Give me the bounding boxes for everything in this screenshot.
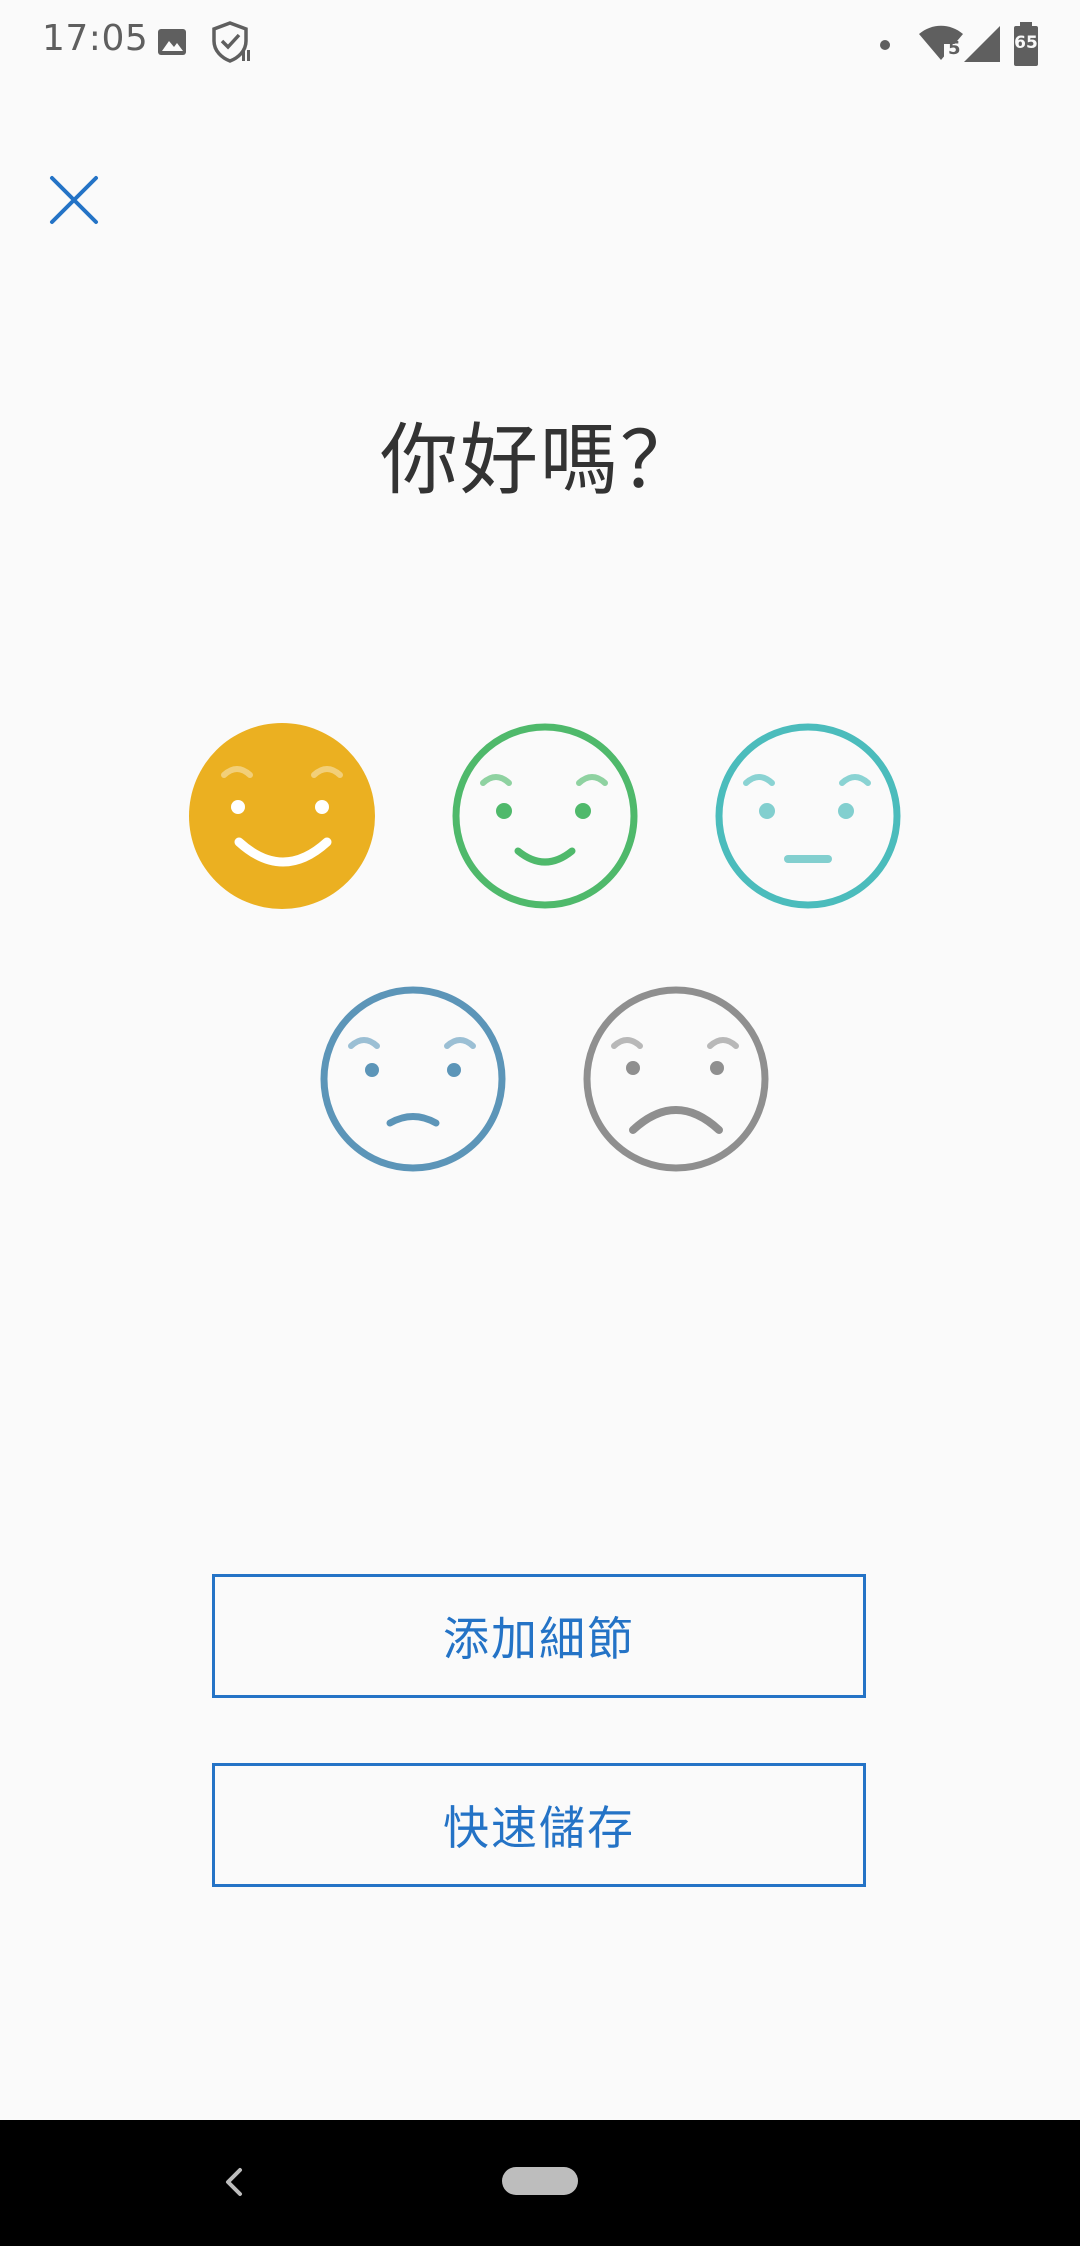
mood-bad-button[interactable] — [318, 984, 508, 1174]
wifi-icon: 5 — [918, 24, 964, 66]
mood-great-button[interactable] — [187, 721, 377, 911]
back-icon — [226, 2168, 242, 2196]
home-pill-icon[interactable] — [502, 2167, 578, 2195]
close-icon — [50, 176, 98, 224]
mood-good-button[interactable] — [450, 721, 640, 911]
status-bar: 17:05 5 65 — [0, 0, 1080, 88]
bad-face-icon — [320, 986, 506, 1172]
good-face-icon — [452, 723, 638, 909]
image-icon — [156, 26, 188, 62]
quick-save-button[interactable]: 快速儲存 — [212, 1763, 866, 1887]
mood-awful-button[interactable] — [581, 984, 771, 1174]
dot-icon — [879, 36, 891, 55]
wifi-badge: 5 — [948, 38, 961, 59]
add-details-button[interactable]: 添加細節 — [212, 1574, 866, 1698]
status-time: 17:05 — [42, 18, 149, 59]
page-title: 你好嗎？ — [379, 416, 700, 506]
back-button[interactable] — [218, 2160, 252, 2204]
great-face-icon — [189, 723, 375, 909]
awful-face-icon — [583, 986, 769, 1172]
signal-icon — [962, 26, 1002, 66]
navigation-bar — [0, 2120, 1080, 2246]
mood-neutral-button[interactable] — [713, 721, 903, 911]
battery-icon: 65 — [1012, 22, 1040, 70]
battery-level: 65 — [1014, 33, 1038, 53]
close-button[interactable] — [44, 170, 104, 230]
shield-check-icon — [210, 20, 254, 68]
neutral-face-icon — [715, 723, 901, 909]
